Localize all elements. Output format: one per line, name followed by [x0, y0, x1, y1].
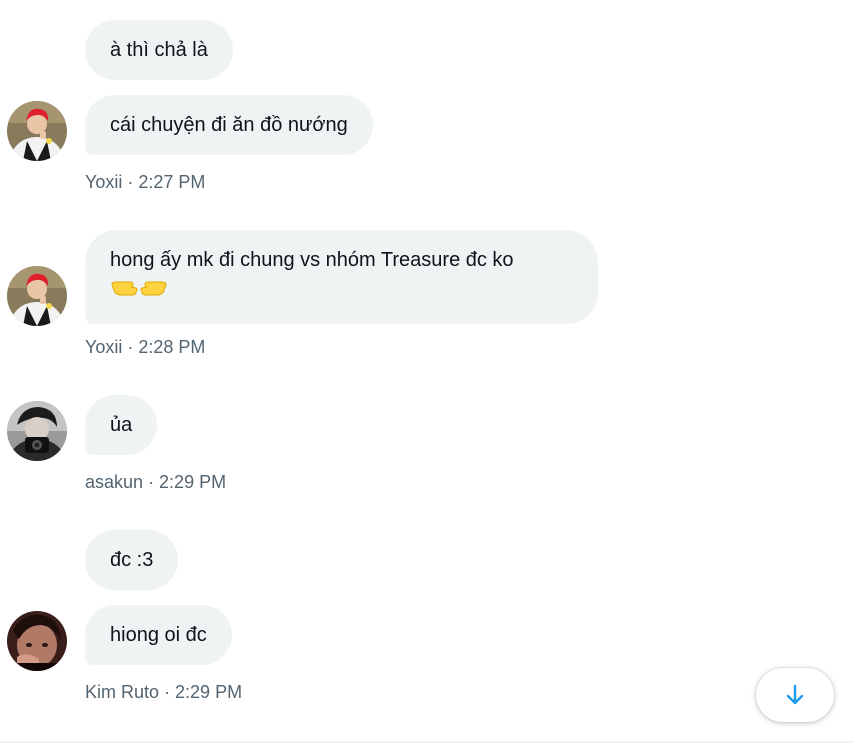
- avatar-yoxii[interactable]: [7, 266, 67, 326]
- dm-conversation: à thì chả là cái chuyện đi ăn đồ nướng Y…: [0, 0, 854, 743]
- message-bubble[interactable]: hong ấy mk đi chung vs nhóm Treasure đc …: [85, 230, 598, 324]
- message-bubble[interactable]: đc :3: [85, 530, 179, 590]
- meta-separator: ·: [122, 172, 139, 192]
- avatar-asakun-image: [7, 401, 67, 461]
- meta-separator: ·: [143, 472, 160, 492]
- avatar-kim-ruto-image: [7, 611, 67, 671]
- message-time: 2:27 PM: [138, 172, 206, 192]
- message-text: hiong oi đc: [110, 624, 207, 646]
- message-meta: asakun · 2:29 PM: [85, 472, 226, 493]
- arrow-down-icon: [786, 684, 804, 705]
- message-text: à thì chả là: [110, 39, 208, 61]
- message-meta: Kim Ruto · 2:29 PM: [85, 682, 242, 703]
- avatar-yoxii-image: [7, 266, 67, 326]
- avatar-asakun[interactable]: [7, 401, 67, 461]
- author-name[interactable]: Yoxii: [85, 172, 122, 192]
- message-time: 2:29 PM: [175, 682, 243, 702]
- avatar-yoxii[interactable]: [7, 101, 67, 161]
- message-time: 2:28 PM: [138, 337, 206, 357]
- author-name[interactable]: asakun: [85, 472, 143, 492]
- message-text: hong ấy mk đi chung vs nhóm Treasure đc …: [110, 249, 514, 271]
- avatar-yoxii-image: [7, 101, 67, 161]
- author-name[interactable]: Yoxii: [85, 337, 122, 357]
- scroll-to-bottom-button[interactable]: [756, 668, 834, 722]
- message-bubble[interactable]: hiong oi đc: [85, 605, 232, 665]
- message-bubble[interactable]: ủa: [85, 395, 158, 455]
- message-time: 2:29 PM: [159, 472, 227, 492]
- message-text: đc :3: [110, 549, 154, 571]
- message-bubble[interactable]: à thì chả là: [85, 20, 233, 80]
- message-text: cái chuyện đi ăn đồ nướng: [110, 114, 348, 136]
- message-meta: Yoxii · 2:28 PM: [85, 337, 205, 358]
- backhand-index-pointing-right-left-emoji: [110, 274, 168, 308]
- message-meta: Yoxii · 2:27 PM: [85, 172, 205, 193]
- author-name[interactable]: Kim Ruto: [85, 682, 159, 702]
- meta-separator: ·: [159, 682, 176, 702]
- message-bubble[interactable]: cái chuyện đi ăn đồ nướng: [85, 95, 373, 155]
- meta-separator: ·: [122, 337, 139, 357]
- avatar-kim-ruto[interactable]: [7, 611, 67, 671]
- message-text: ủa: [110, 414, 133, 436]
